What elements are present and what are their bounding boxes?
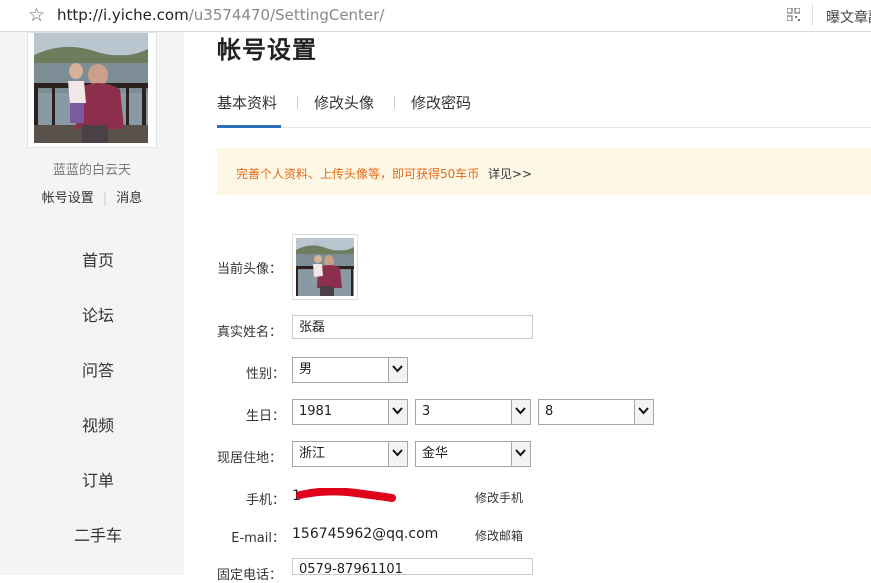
birth-day-select[interactable]: 8 — [538, 399, 654, 425]
birth-month-value: 3 — [422, 404, 431, 419]
current-avatar-photo — [296, 238, 354, 296]
gender-select[interactable]: 男 — [292, 357, 408, 383]
user-nickname[interactable]: 蓝蓝的白云天 — [0, 159, 184, 178]
nav-forum[interactable]: 论坛 — [0, 302, 196, 326]
active-tab-indicator — [217, 125, 281, 128]
tab-change-avatar[interactable]: 修改头像 — [314, 92, 374, 113]
change-email-link[interactable]: 修改邮箱 — [475, 527, 523, 544]
current-avatar — [292, 234, 358, 300]
birth-day-value: 8 — [545, 404, 554, 419]
province-value: 浙江 — [299, 446, 326, 461]
page-title: 帐号设置 — [217, 36, 317, 64]
tab-change-password[interactable]: 修改密码 — [411, 92, 471, 113]
profile-photo — [34, 33, 148, 143]
chevron-down-icon — [634, 400, 653, 424]
nav-used-car[interactable]: 二手车 — [0, 522, 196, 546]
tab-basic-info[interactable]: 基本资料 — [217, 92, 277, 113]
sidebar: 蓝蓝的白云天 帐号设置 | 消息 首页 论坛 问答 视频 订单 二手车 — [0, 32, 184, 575]
tab-separator — [297, 96, 298, 109]
landline-label: 固定电话： — [217, 568, 283, 583]
email-value: 156745962@qq.com — [292, 526, 439, 542]
tab-separator — [394, 96, 395, 109]
qr-code-icon[interactable] — [787, 8, 800, 21]
url-host: http://i.yiche.com — [57, 6, 189, 24]
phone-redaction-mark — [296, 488, 396, 502]
real-name-input[interactable]: 张磊 — [292, 315, 533, 339]
sidebar-avatar[interactable] — [27, 32, 157, 148]
bookmark-star-icon[interactable]: ☆ — [28, 4, 45, 26]
landline-input[interactable]: 0579-87961101 — [292, 558, 533, 577]
gender-label: 性别： — [245, 367, 285, 382]
browser-address-bar: ☆ http://i.yiche.com/u3574470/SettingCen… — [0, 0, 871, 32]
birth-year-value: 1981 — [299, 404, 333, 419]
chevron-down-icon — [388, 442, 407, 466]
notice-details-link[interactable]: 详见>> — [488, 165, 532, 182]
city-select[interactable]: 金华 — [415, 441, 531, 467]
city-value: 金华 — [422, 446, 449, 461]
birth-month-select[interactable]: 3 — [415, 399, 531, 425]
messages-link[interactable]: 消息 — [116, 191, 142, 206]
reward-notice: 完善个人资料、上传头像等，即可获得50车币 详见>> — [217, 148, 871, 195]
nav-orders[interactable]: 订单 — [0, 467, 196, 491]
province-select[interactable]: 浙江 — [292, 441, 408, 467]
residence-label: 现居住地： — [217, 451, 283, 466]
name-label: 真实姓名： — [217, 325, 283, 340]
change-phone-link[interactable]: 修改手机 — [475, 489, 523, 506]
gender-select-value: 男 — [299, 362, 313, 377]
link-separator: | — [102, 191, 108, 206]
toolbar-divider — [812, 4, 813, 26]
sidebar-sub-links: 帐号设置 | 消息 — [0, 187, 184, 206]
notice-text: 完善个人资料、上传头像等，即可获得50车币 — [236, 167, 480, 181]
extension-button[interactable]: 曝文章副 — [826, 7, 871, 27]
birthday-label: 生日： — [245, 409, 285, 424]
url-field[interactable]: http://i.yiche.com/u3574470/SettingCente… — [57, 7, 384, 24]
account-settings-link[interactable]: 帐号设置 — [42, 191, 94, 206]
nav-qa[interactable]: 问答 — [0, 357, 196, 381]
nav-video[interactable]: 视频 — [0, 412, 196, 436]
chevron-down-icon — [511, 442, 530, 466]
birth-year-select[interactable]: 1981 — [292, 399, 408, 425]
chevron-down-icon — [388, 400, 407, 424]
tab-baseline — [217, 127, 871, 128]
url-path: /u3574470/SettingCenter/ — [188, 6, 385, 24]
email-label: E-mail： — [231, 531, 285, 546]
nav-home[interactable]: 首页 — [0, 247, 196, 271]
phone-label: 手机： — [245, 493, 285, 508]
chevron-down-icon — [511, 400, 530, 424]
avatar-label: 当前头像： — [217, 262, 283, 277]
chevron-down-icon — [388, 358, 407, 382]
